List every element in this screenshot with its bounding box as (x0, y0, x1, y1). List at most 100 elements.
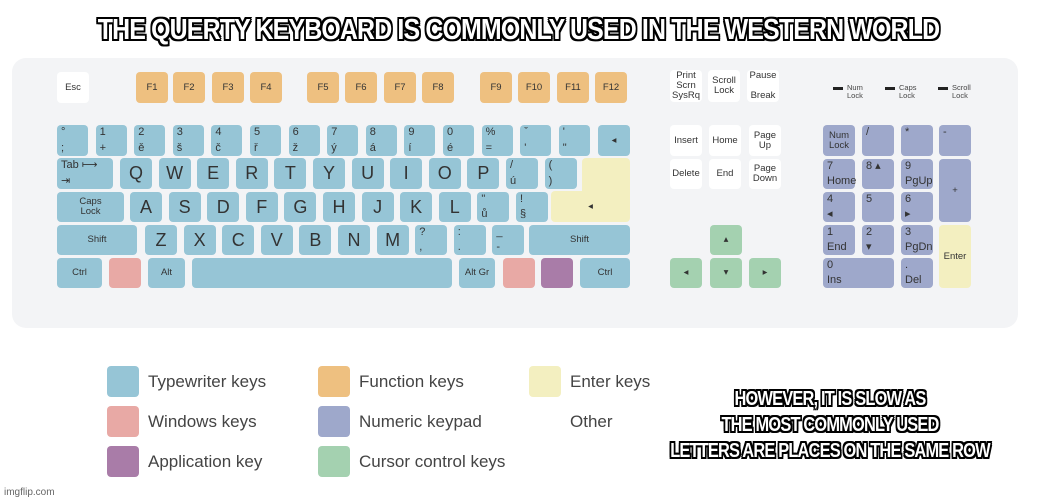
key-k0: 0é (443, 125, 474, 156)
key-label: F5 (317, 81, 329, 93)
key-label: ( (548, 159, 553, 171)
key-prtsc: Print Scrn SysRq (670, 70, 702, 102)
key-label: ) (548, 175, 553, 187)
key-label: 3 (905, 226, 912, 238)
legend-label: Function keys (359, 372, 464, 391)
key-label: Pause Break (749, 70, 777, 101)
key-e: E (197, 158, 230, 189)
key-label: 9 (905, 160, 912, 172)
key-label: Z (155, 230, 167, 250)
key-label: F7 (394, 81, 406, 93)
key-label: * (905, 126, 910, 138)
key-label: ◂ (588, 200, 593, 212)
key-label: ž (292, 142, 299, 154)
legend-swatch (107, 406, 139, 437)
key-b: B (299, 225, 332, 255)
key-label: N (347, 230, 361, 250)
key-nadd: + (939, 159, 971, 222)
key-n8: 8 ▴ (862, 159, 894, 189)
key-label: Alt (160, 267, 173, 278)
key-n9: 9 PgUp (901, 159, 933, 189)
key-label: Tab ⟼ (61, 159, 98, 171)
key-down: ▾ (710, 258, 742, 288)
key-f11: F11 (557, 72, 589, 103)
key-label: E (207, 163, 220, 183)
key-lctrl: Ctrl (57, 258, 102, 288)
key-label: ě (138, 142, 145, 154)
key-label: ř (254, 142, 258, 154)
key-label: X (193, 230, 206, 250)
key-v: V (260, 225, 293, 255)
key-insert: Insert (670, 125, 702, 156)
key-label: č (215, 142, 221, 154)
key-label: ▸ (905, 208, 911, 220)
key-f9: F9 (480, 72, 512, 103)
key-m: M (376, 225, 409, 255)
key-label: ů (481, 208, 488, 220)
key-kcolon: :. (453, 225, 486, 255)
key-tab: Tab ⟼ ⇥ (57, 158, 113, 189)
key-z: Z (145, 225, 177, 255)
key-label: Caps Lock (79, 196, 102, 217)
key-i: I (390, 158, 423, 189)
key-j: J (361, 192, 394, 222)
key-label: 9 (408, 126, 415, 138)
key-label: ' (524, 142, 527, 154)
key-label: š (176, 142, 183, 154)
key-label: ? (419, 226, 426, 238)
key-l: L (438, 192, 471, 222)
key-kunder: _ - (492, 225, 525, 255)
key-label: ◂ (611, 134, 617, 146)
key-label: ú (510, 175, 517, 187)
key-lshift: Shift (57, 225, 137, 255)
key-label: 8 ▴ (866, 160, 881, 172)
key-label: Ctrl (597, 267, 613, 278)
key-label: H (332, 197, 346, 217)
key-p: P (467, 158, 500, 189)
key-h: H (323, 192, 355, 222)
key-r: R (235, 158, 268, 189)
key-label: ◂ (683, 267, 689, 278)
key-pgdn: Page Down (749, 159, 781, 189)
key-label: ◂ (827, 208, 833, 220)
key-label: 5 (866, 193, 873, 205)
key-label: Shift (569, 234, 589, 245)
key-ndiv: / (862, 125, 894, 156)
key-n4: 4 ◂ (823, 192, 855, 222)
key-label: Q (128, 163, 143, 183)
key-label: ; (61, 142, 65, 154)
key-n: N (338, 225, 370, 255)
key-f2: F2 (173, 72, 205, 103)
key-label: Num Lock (828, 129, 850, 151)
key-label: / (866, 126, 870, 138)
key-k3: 3š (172, 125, 204, 156)
key-label: Ctrl (72, 267, 87, 278)
legend-label: Enter keys (570, 372, 651, 391)
key-label: " (481, 193, 486, 205)
key-label: G (293, 197, 308, 217)
key-label: / (510, 159, 514, 171)
key-label: ⇥ (61, 175, 71, 187)
key-label: Scroll Lock (712, 75, 736, 96)
key-label: P (477, 163, 490, 183)
key-k: K (400, 192, 433, 222)
key-label: L (449, 197, 460, 217)
key-caps: Caps Lock (57, 192, 124, 222)
key-label: Page Up (753, 129, 777, 151)
key-label: F8 (432, 81, 444, 93)
key-k_deg: °; (57, 125, 88, 156)
key-label: , (419, 241, 423, 253)
key-right: ▸ (749, 258, 781, 288)
key-k1: 1 + (95, 125, 127, 156)
watermark: imgflip.com (4, 487, 55, 498)
key-label: I (403, 163, 409, 183)
key-label: 2 (866, 226, 873, 238)
key-label: F1 (146, 81, 158, 93)
key-kdq: " ů (477, 192, 510, 222)
key-scrlk: Scroll Lock (708, 70, 740, 102)
key-label: Print Scrn SysRq (672, 70, 700, 101)
legend-label: Numeric keypad (359, 412, 482, 431)
legend-swatch (107, 446, 139, 477)
key-pause: Pause Break (747, 70, 779, 102)
key-nsub: - (939, 125, 971, 156)
